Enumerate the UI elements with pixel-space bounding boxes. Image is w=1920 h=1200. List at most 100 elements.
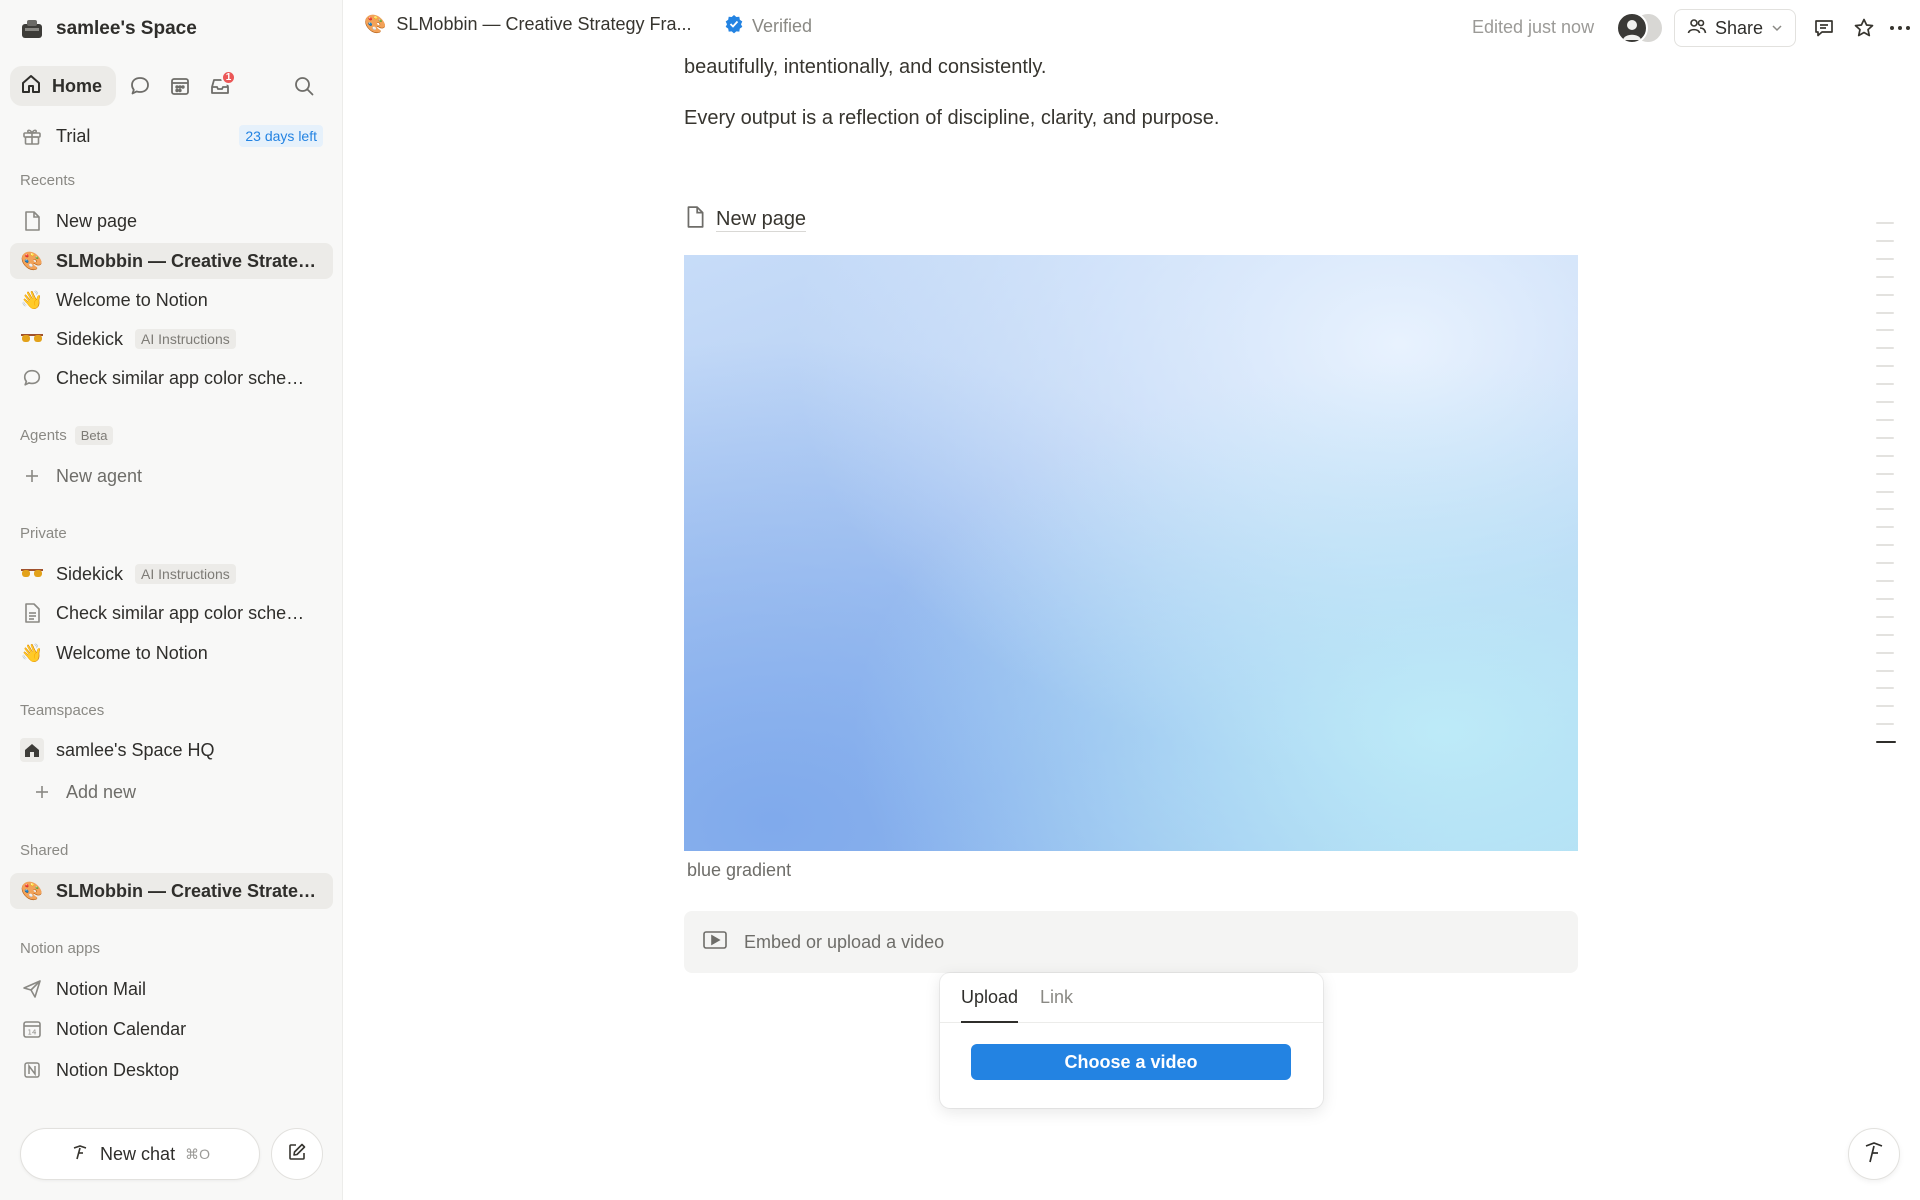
agents-header[interactable]: Agents Beta	[20, 426, 114, 445]
verified-label: Verified	[752, 16, 813, 36]
toc-line[interactable]	[1876, 418, 1894, 421]
page-icon	[20, 209, 44, 233]
toc-line[interactable]	[1876, 705, 1894, 708]
toc-line[interactable]	[1876, 651, 1894, 654]
tab-upload[interactable]: Upload	[961, 987, 1019, 1023]
image-caption[interactable]: blue gradient	[687, 860, 791, 881]
sidebar: samlee's Space Home 1 Trial 23 days left…	[0, 0, 343, 1200]
recent-item-new-page[interactable]: New page	[10, 203, 333, 239]
page-title-crumb: SLMobbin — Creative Strategy Fra...	[396, 14, 692, 34]
chat-icon[interactable]	[120, 66, 160, 106]
collaborator-avatars[interactable]	[1616, 12, 1668, 44]
app-item-desktop[interactable]: Notion Desktop	[10, 1052, 333, 1088]
compose-button[interactable]	[271, 1128, 323, 1180]
toc-line[interactable]	[1876, 311, 1894, 314]
toc-line[interactable]	[1876, 562, 1894, 565]
body-paragraph[interactable]: beautifully, intentionally, and consiste…	[684, 53, 1046, 81]
recent-item-check-colors[interactable]: Check similar app color schemes	[10, 360, 333, 396]
toc-line[interactable]	[1876, 490, 1894, 493]
plus-icon	[30, 780, 54, 804]
subpage-link[interactable]: New page	[684, 204, 807, 236]
toc-line[interactable]	[1876, 347, 1894, 350]
new-agent-button[interactable]: New agent	[10, 458, 333, 494]
toc-line[interactable]	[1876, 239, 1894, 242]
page-icon	[684, 205, 706, 235]
teamspace-item-hq[interactable]: samlee's Space HQ	[10, 732, 333, 768]
private-item-welcome[interactable]: 👋 Welcome to Notion	[10, 635, 333, 671]
toc-line[interactable]	[1876, 544, 1894, 547]
star-icon[interactable]	[1848, 12, 1880, 44]
toc-line[interactable]	[1876, 580, 1894, 582]
add-teamspace-button[interactable]: Add new	[10, 774, 333, 810]
toc-line[interactable]	[1876, 741, 1896, 744]
shared-item-label: SLMobbin — Creative Strategy Framework	[56, 880, 318, 901]
app-item-calendar[interactable]: 14 Notion Calendar	[10, 1011, 333, 1047]
more-icon[interactable]	[1884, 12, 1916, 44]
recents-header[interactable]: Recents	[20, 172, 75, 189]
video-upload-popover: Upload Link Choose a video	[940, 973, 1323, 1108]
toc-line[interactable]	[1876, 275, 1894, 278]
toc-line[interactable]	[1876, 687, 1894, 690]
inbox-icon[interactable]: 1	[200, 66, 240, 106]
recent-item-slmobbin[interactable]: 🎨 SLMobbin — Creative Strategy Framework	[10, 243, 333, 279]
choose-video-button[interactable]: Choose a video	[971, 1044, 1291, 1080]
calendar-grid-icon[interactable]	[160, 66, 200, 106]
toc-line[interactable]	[1876, 454, 1894, 457]
private-title: Private	[20, 525, 67, 542]
sidebar-item-trial[interactable]: Trial 23 days left	[10, 118, 333, 154]
body-paragraph[interactable]: Every output is a reflection of discipli…	[684, 104, 1219, 132]
chat-bubble-icon	[20, 366, 44, 390]
toc-line[interactable]	[1876, 365, 1894, 368]
toc-line[interactable]	[1876, 472, 1894, 475]
toc-line[interactable]	[1876, 669, 1894, 672]
plus-icon	[20, 464, 44, 488]
gradient-image[interactable]	[684, 255, 1578, 851]
app-label: Notion Desktop	[56, 1059, 180, 1080]
toc-line[interactable]	[1876, 401, 1894, 403]
share-button[interactable]: Share	[1674, 9, 1797, 47]
add-new-label: Add new	[66, 781, 137, 802]
shared-header[interactable]: Shared	[20, 842, 68, 859]
share-label: Share	[1715, 17, 1764, 38]
shared-item-slmobbin[interactable]: 🎨 SLMobbin — Creative Strategy Framework	[10, 873, 333, 909]
toc-line[interactable]	[1876, 257, 1894, 260]
private-header[interactable]: Private	[20, 525, 67, 542]
breadcrumb[interactable]: 🎨 SLMobbin — Creative Strategy Fra...	[364, 14, 692, 35]
agents-title: Agents	[20, 427, 67, 444]
video-embed-block[interactable]: Embed or upload a video	[684, 911, 1578, 973]
toc-line[interactable]	[1876, 436, 1894, 439]
comments-icon[interactable]	[1808, 12, 1840, 44]
toc-line[interactable]	[1876, 222, 1894, 224]
private-item-sidekick[interactable]: Sidekick AI Instructions	[10, 556, 333, 592]
toc-line[interactable]	[1876, 615, 1894, 618]
recent-item-sidekick[interactable]: Sidekick AI Instructions	[10, 321, 333, 357]
app-item-mail[interactable]: Notion Mail	[10, 971, 333, 1007]
private-item-label: Sidekick	[56, 563, 124, 584]
toc-line[interactable]	[1876, 723, 1894, 726]
toc-line[interactable]	[1876, 329, 1894, 332]
recent-item-label: Sidekick	[56, 328, 124, 349]
new-chat-button[interactable]: New chat ⌘O	[20, 1128, 260, 1180]
toc-line[interactable]	[1876, 633, 1894, 636]
home-button[interactable]: Home	[10, 66, 117, 106]
ai-assistant-button[interactable]	[1848, 1128, 1900, 1180]
toc-line[interactable]	[1876, 526, 1894, 529]
workspace-switcher[interactable]: samlee's Space	[20, 14, 197, 44]
tab-link[interactable]: Link	[1040, 987, 1073, 1023]
toc-line[interactable]	[1876, 508, 1894, 511]
toc-line[interactable]	[1876, 597, 1894, 600]
toc-line[interactable]	[1876, 293, 1894, 296]
mail-send-icon	[20, 977, 44, 1001]
teamspace-label: samlee's Space HQ	[56, 739, 215, 760]
verified-indicator[interactable]: Verified	[724, 14, 812, 39]
apps-header[interactable]: Notion apps	[20, 940, 100, 957]
toc-line[interactable]	[1876, 383, 1894, 386]
private-item-check-colors[interactable]: Check similar app color schemes	[10, 595, 333, 631]
document-icon	[20, 601, 44, 625]
teamspaces-header[interactable]: Teamspaces	[20, 702, 104, 719]
recent-item-welcome[interactable]: 👋 Welcome to Notion	[10, 282, 333, 318]
calendar-icon: 14	[20, 1017, 44, 1041]
house-icon	[20, 738, 44, 762]
private-item-label: Check similar app color schemes	[56, 602, 318, 623]
search-icon[interactable]	[284, 66, 324, 106]
